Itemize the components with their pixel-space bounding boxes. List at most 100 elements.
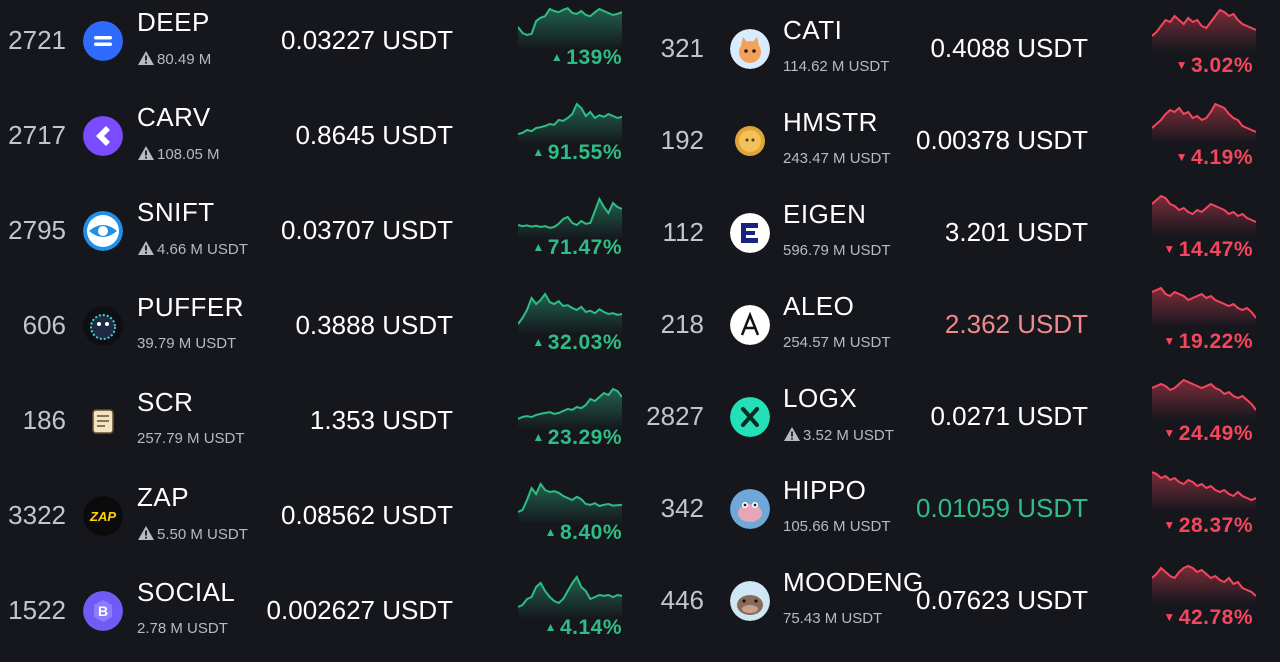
volume-text: 4.66 M USDT (137, 240, 248, 258)
sparkline-chart (1151, 466, 1257, 512)
market-row-hmstr[interactable]: 192 HMSTR 243.47 M USDT 0.00378 USDT ▼ 4.19% (640, 100, 1280, 192)
market-row-social[interactable]: 1522 B SOCIAL 2.78 M USDT 0.002627 USDT ▲ 4.14… (0, 570, 640, 662)
rank-number: 3322 (8, 500, 66, 530)
sparkline-chart (1151, 190, 1257, 236)
hippo-icon (730, 489, 770, 529)
market-row-cati[interactable]: 321 CATI 114.62 M USDT 0.4088 USDT ▼ 3.02% (640, 8, 1280, 100)
coin-symbol[interactable]: CATI (783, 15, 842, 46)
volume-text: 39.79 M USDT (137, 335, 236, 352)
triangle-up-icon: ▲ (532, 335, 545, 349)
change-value: 8.40% (559, 521, 622, 544)
sparkline-chart (1151, 282, 1257, 328)
rank-number: 321 (660, 33, 704, 63)
market-row-zap[interactable]: 3322 ZAP ZAP 5.50 M USDT 0.08562 USDT ▲ 8.40% (0, 475, 640, 567)
market-row-eigen[interactable]: 112 EIGEN 596.79 M USDT 3.201 USDT ▼ 14.47% (640, 192, 1280, 284)
coin-symbol[interactable]: DEEP (137, 7, 210, 38)
change-percent: ▲ 139% (551, 46, 622, 70)
volume-value: 105.66 M USDT (783, 518, 891, 535)
market-row-logx[interactable]: 2827 LOGX 3.52 M USDT 0.0271 USDT ▼ 24.49% (640, 376, 1280, 468)
coin-symbol[interactable]: ALEO (783, 291, 854, 322)
volume-value: 243.47 M USDT (783, 150, 891, 167)
triangle-down-icon: ▼ (1175, 150, 1188, 164)
coin-symbol[interactable]: MOODENG (783, 567, 924, 598)
change-value: 14.47% (1178, 238, 1253, 261)
volume-text: 105.66 M USDT (783, 518, 891, 535)
change-value: 28.37% (1178, 514, 1253, 537)
market-row-puffer[interactable]: 606 PUFFER 39.79 M USDT 0.3888 USDT ▲ 32.03% (0, 285, 640, 377)
price-value: 0.07623 USDT (916, 585, 1088, 615)
change-value: 24.49% (1178, 422, 1253, 445)
change-percent: ▲ 23.29% (532, 426, 622, 450)
change-percent: ▼ 4.19% (1176, 146, 1253, 170)
coin-symbol[interactable]: PUFFER (137, 292, 244, 323)
coin-symbol[interactable]: SNIFT (137, 197, 215, 228)
change-percent: ▲ 32.03% (532, 331, 622, 355)
warning-icon (137, 241, 157, 258)
triangle-down-icon: ▼ (1163, 242, 1176, 256)
rank-number: 2721 (8, 25, 66, 55)
volume-value: 5.50 M USDT (157, 526, 248, 543)
volume-text: 2.78 M USDT (137, 620, 228, 637)
triangle-down-icon: ▼ (1163, 334, 1176, 348)
snift-icon (83, 211, 123, 251)
triangle-up-icon: ▲ (532, 430, 545, 444)
volume-text: 108.05 M (137, 145, 220, 163)
triangle-up-icon: ▲ (544, 525, 557, 539)
price-value: 0.00378 USDT (916, 125, 1088, 155)
change-percent: ▲ 71.47% (532, 236, 622, 260)
puffer-icon (83, 306, 123, 346)
rank-number: 606 (22, 310, 66, 340)
sparkline-chart (517, 478, 623, 524)
triangle-down-icon: ▼ (1175, 58, 1188, 72)
sparkline-chart (517, 193, 623, 239)
change-value: 91.55% (547, 141, 622, 164)
coin-symbol[interactable]: CARV (137, 102, 211, 133)
coin-symbol[interactable]: HMSTR (783, 107, 878, 138)
volume-value: 39.79 M USDT (137, 335, 237, 352)
price-value: 2.362 USDT (944, 309, 1088, 339)
change-percent: ▼ 14.47% (1163, 238, 1253, 262)
triangle-down-icon: ▼ (1163, 426, 1176, 440)
change-percent: ▼ 24.49% (1163, 422, 1253, 446)
volume-value: 108.05 M (157, 146, 220, 163)
change-value: 19.22% (1178, 330, 1253, 353)
coin-symbol[interactable]: ZAP (137, 482, 189, 513)
price-value: 0.002627 USDT (266, 595, 453, 625)
change-value: 139% (566, 46, 622, 69)
market-row-deep[interactable]: 2721 DEEP 80.49 M 0.03227 USDT ▲ 139% (0, 0, 640, 92)
coin-symbol[interactable]: EIGEN (783, 199, 866, 230)
market-row-aleo[interactable]: 218 ALEO 254.57 M USDT 2.362 USDT ▼ 19.22% (640, 284, 1280, 376)
market-row-moodeng[interactable]: 446 MOODENG 75.43 M USDT 0.07623 USDT ▼ 42.78… (640, 560, 1280, 652)
volume-value: 80.49 M (157, 51, 212, 68)
rank-number: 112 (662, 217, 704, 247)
svg-text:ZAP: ZAP (89, 509, 116, 524)
volume-text: 254.57 M USDT (783, 334, 891, 351)
price-value: 0.08562 USDT (281, 500, 453, 530)
sparkline-chart (517, 573, 623, 619)
coin-symbol[interactable]: SCR (137, 387, 193, 418)
change-value: 3.02% (1190, 54, 1253, 77)
triangle-up-icon: ▲ (544, 620, 557, 634)
market-row-snift[interactable]: 2795 SNIFT 4.66 M USDT 0.03707 USDT ▲ 71.47% (0, 190, 640, 282)
price-value: 0.03707 USDT (281, 215, 453, 245)
volume-text: 75.43 M USDT (783, 610, 882, 627)
change-percent: ▼ 28.37% (1163, 514, 1253, 538)
coin-symbol[interactable]: SOCIAL (137, 577, 235, 608)
eigen-icon (730, 213, 770, 253)
change-value: 32.03% (547, 331, 622, 354)
price-value: 0.01059 USDT (916, 493, 1088, 523)
carv-icon (83, 116, 123, 156)
market-row-scr[interactable]: 186 SCR 257.79 M USDT 1.353 USDT ▲ 23.29% (0, 380, 640, 472)
warning-icon (137, 146, 157, 163)
warning-icon (783, 427, 803, 444)
market-row-carv[interactable]: 2717 CARV 108.05 M 0.8645 USDT ▲ 91.55% (0, 95, 640, 187)
warning-icon (137, 51, 157, 68)
rank-number: 342 (660, 493, 704, 523)
volume-value: 2.78 M USDT (137, 620, 228, 637)
coin-symbol[interactable]: LOGX (783, 383, 857, 414)
sparkline-chart (517, 288, 623, 334)
market-row-hippo[interactable]: 342 HIPPO 105.66 M USDT 0.01059 USDT ▼ 28.37% (640, 468, 1280, 560)
volume-text: 3.52 M USDT (783, 426, 894, 444)
volume-text: 5.50 M USDT (137, 525, 248, 543)
coin-symbol[interactable]: HIPPO (783, 475, 866, 506)
